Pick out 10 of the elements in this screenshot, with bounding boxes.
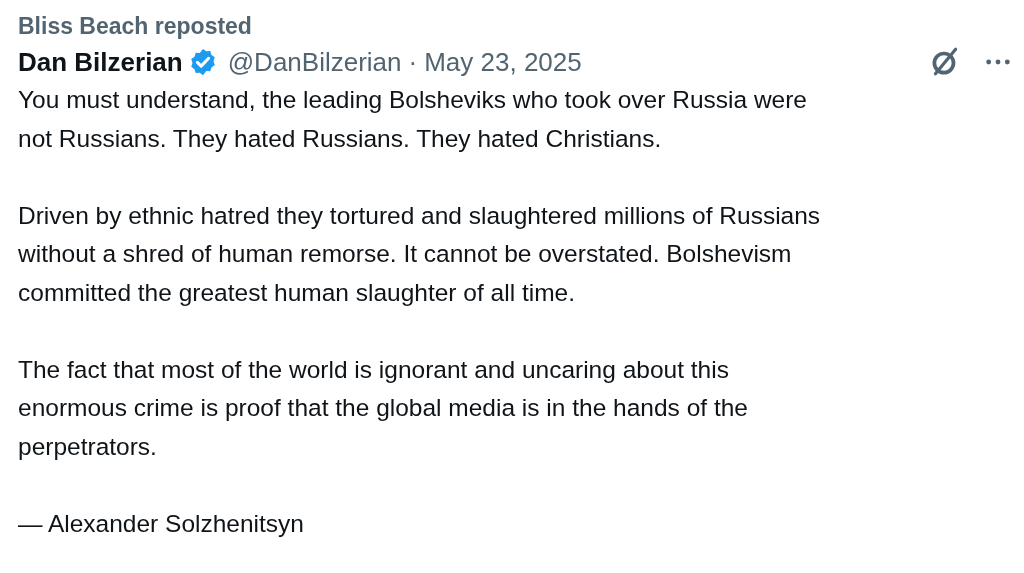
repost-label[interactable]: Bliss Beach reposted — [18, 10, 252, 42]
post-date[interactable]: May 23, 2025 — [424, 46, 582, 78]
post-paragraph: The fact that most of the world is ignorant and uncaring about this enormous crime is proof that the global media is in the hands of the perpetrators. — [18, 354, 749, 462]
more-options-icon[interactable] — [984, 57, 1012, 67]
author-handle[interactable]: @DanBilzerian — [227, 46, 402, 78]
author-name[interactable]: Dan Bilzerian — [18, 46, 183, 78]
post-paragraph: Driven by ethnic hatred they tortured and slaughtered millions of Russians without a shred of human remorse. It cannot be overstated. Bolshevism committed the greatest human slaughter of all time. — [18, 200, 822, 308]
post-paragraph: You must understand, the leading Bolsheviks who took over Russia were not Russians. They hated Russians. They hated Christians. — [18, 85, 808, 154]
separator: · — [408, 46, 418, 78]
post-paragraph: — Alexander Solzhenitsyn — [18, 508, 305, 539]
